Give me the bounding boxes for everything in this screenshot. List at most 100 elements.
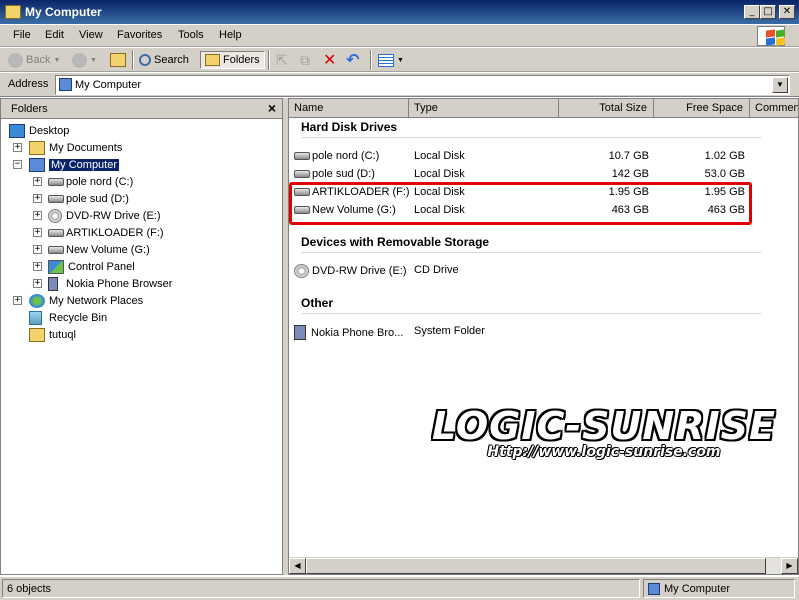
list-item[interactable]: Nokia Phone Bro... System Folder	[289, 323, 759, 340]
search-icon	[139, 54, 151, 66]
tree-item-dvd-drive[interactable]: DVD-RW Drive (E:)	[48, 207, 161, 224]
list-item[interactable]: pole sud (D:) Local Disk 142 GB 53.0 GB	[289, 166, 759, 183]
windows-logo-icon	[757, 26, 785, 46]
move-to-icon[interactable]: ⇱	[276, 51, 288, 69]
group-divider	[301, 313, 761, 314]
forward-button[interactable]: ▼	[72, 51, 97, 69]
title-bar: My Computer _ □ ✕	[0, 0, 799, 25]
recycle-bin-icon	[29, 310, 42, 325]
column-header-free-space[interactable]: Free Space	[654, 99, 750, 118]
views-icon	[378, 53, 394, 67]
minimize-button[interactable]: _	[744, 5, 760, 19]
file-list-pane: Name Type Total Size Free Space Commen H…	[288, 98, 799, 575]
tree-item-d-drive[interactable]: pole sud (D:)	[48, 190, 129, 207]
list-item[interactable]: pole nord (C:) Local Disk 10.7 GB 1.02 G…	[289, 148, 759, 165]
hard-drive-icon	[48, 194, 64, 203]
search-button[interactable]: Search	[139, 51, 189, 69]
views-button[interactable]: ▼	[378, 51, 404, 69]
documents-folder-icon	[29, 140, 45, 155]
menu-view[interactable]: View	[79, 29, 103, 41]
back-arrow-icon	[8, 52, 23, 68]
tree-item-desktop[interactable]: Desktop	[9, 122, 69, 139]
toolbar-separator	[370, 50, 372, 70]
tree-item-my-documents[interactable]: My Documents	[29, 139, 122, 156]
back-button[interactable]: Back ▼	[8, 51, 60, 69]
my-computer-icon	[648, 583, 660, 595]
group-divider	[301, 252, 761, 253]
menu-file[interactable]: File	[13, 29, 31, 41]
expand-icon[interactable]: +	[33, 177, 42, 186]
group-header-other: Other	[301, 296, 334, 310]
tree-item-control-panel[interactable]: Control Panel	[48, 258, 135, 275]
scrollbar-thumb[interactable]	[306, 558, 766, 574]
status-object-count: 6 objects	[2, 579, 640, 598]
close-button[interactable]: ✕	[779, 5, 795, 19]
undo-icon[interactable]: ↶	[346, 51, 359, 69]
expand-icon[interactable]: +	[33, 262, 42, 271]
horizontal-scrollbar[interactable]: ◀ ▶	[289, 557, 798, 574]
tree-item-nokia-phone-browser[interactable]: Nokia Phone Browser	[48, 275, 172, 292]
list-item[interactable]: DVD-RW Drive (E:) CD Drive	[289, 262, 759, 279]
group-header-removable-storage: Devices with Removable Storage	[301, 235, 490, 249]
tree-item-recycle-bin[interactable]: Recycle Bin	[29, 309, 107, 326]
menu-favorites[interactable]: Favorites	[117, 29, 162, 41]
tree-item-c-drive[interactable]: pole nord (C:)	[48, 173, 133, 190]
red-highlight-box	[289, 182, 752, 225]
dvd-drive-icon	[294, 264, 309, 278]
column-header-name[interactable]: Name	[289, 99, 409, 118]
tree-item-my-network-places[interactable]: My Network Places	[29, 292, 143, 309]
expand-icon[interactable]: +	[33, 211, 42, 220]
folders-button[interactable]: Folders	[200, 51, 265, 69]
expand-icon[interactable]: +	[33, 228, 42, 237]
phone-icon	[294, 325, 306, 340]
column-header-type[interactable]: Type	[409, 99, 559, 118]
phone-icon	[48, 276, 58, 291]
menu-help[interactable]: Help	[219, 29, 242, 41]
tree-item-g-drive[interactable]: New Volume (G:)	[48, 241, 150, 258]
menu-edit[interactable]: Edit	[45, 29, 64, 41]
chevron-down-icon: ▼	[90, 56, 97, 64]
column-header-comments[interactable]: Commen	[750, 99, 798, 118]
hard-drive-icon	[294, 170, 310, 178]
close-pane-button[interactable]: ×	[268, 100, 276, 116]
delete-icon[interactable]: ✕	[323, 51, 336, 69]
up-folder-icon	[110, 53, 126, 67]
tree-item-my-computer[interactable]: My Computer	[29, 156, 120, 173]
expand-icon[interactable]: +	[33, 279, 42, 288]
hard-drive-icon	[294, 152, 310, 160]
status-location: My Computer	[643, 579, 795, 598]
menu-tools[interactable]: Tools	[178, 29, 204, 41]
desktop-icon	[9, 123, 25, 138]
address-bar: Address My Computer ▼	[0, 73, 799, 97]
scroll-left-button[interactable]: ◀	[289, 558, 306, 574]
hard-drive-icon	[48, 245, 64, 254]
expand-icon[interactable]: +	[33, 194, 42, 203]
network-globe-icon	[29, 293, 45, 308]
scroll-right-button[interactable]: ▶	[781, 558, 798, 574]
menu-bar: File Edit View Favorites Tools Help	[0, 25, 799, 47]
my-computer-folder-icon	[5, 5, 21, 19]
status-bar: 6 objects My Computer	[0, 576, 799, 600]
folders-pane-title: Folders	[11, 103, 48, 115]
window-title: My Computer	[25, 5, 102, 19]
tree-item-tutuql[interactable]: tutuql	[29, 326, 76, 343]
folder-icon	[205, 54, 220, 66]
maximize-button[interactable]: □	[760, 5, 776, 19]
expand-icon[interactable]: +	[13, 143, 22, 152]
forward-arrow-icon	[72, 52, 87, 68]
address-dropdown-button[interactable]: ▼	[772, 77, 788, 93]
expand-icon[interactable]: +	[33, 245, 42, 254]
toolbar-separator	[268, 50, 270, 70]
collapse-icon[interactable]: −	[13, 160, 22, 169]
address-input[interactable]: My Computer ▼	[55, 75, 790, 95]
expand-icon[interactable]: +	[13, 296, 22, 305]
toolbar-separator	[132, 50, 134, 70]
toolbar: Back ▼ ▼ Search Folders ⇱ ⧉ ✕ ↶ ▼	[0, 48, 799, 72]
column-header-total-size[interactable]: Total Size	[559, 99, 654, 118]
folders-pane-header: Folders ×	[1, 99, 282, 119]
address-label: Address	[8, 78, 49, 90]
up-folder-button[interactable]	[110, 51, 126, 69]
copy-to-icon[interactable]: ⧉	[300, 51, 310, 69]
tree-item-f-drive[interactable]: ARTIKLOADER (F:)	[48, 224, 164, 241]
control-panel-icon	[48, 259, 64, 274]
